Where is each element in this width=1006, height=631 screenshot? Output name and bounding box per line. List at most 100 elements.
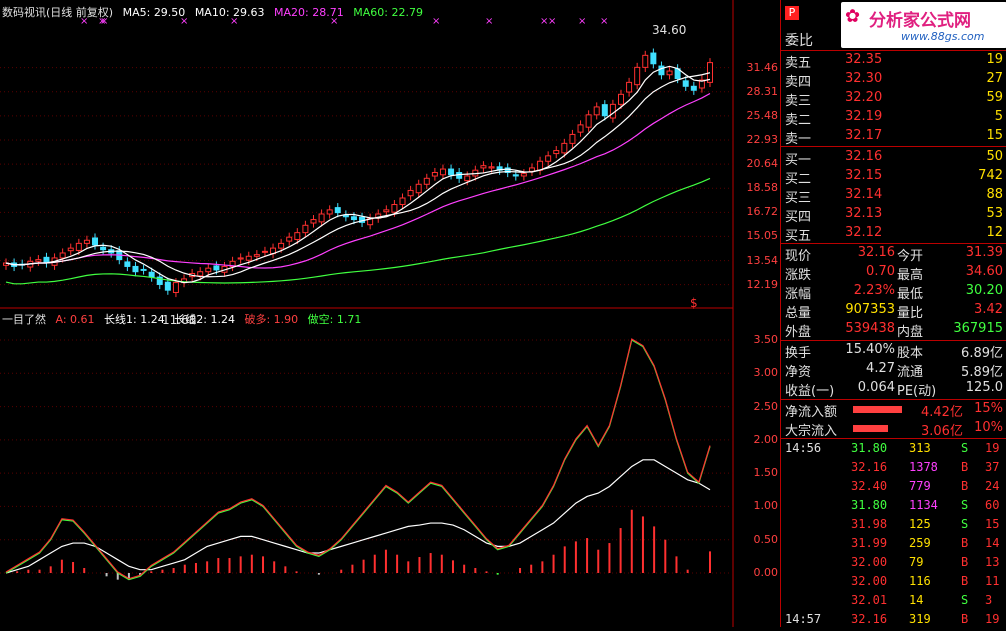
quote-label: 内盘 — [897, 325, 924, 340]
candle-body — [399, 197, 406, 206]
price-tick-label: 22.93 — [746, 133, 779, 147]
stat-label: PE(动) — [897, 384, 937, 399]
candle-body — [439, 168, 446, 176]
candle-body — [132, 265, 139, 273]
stat-row[interactable]: 收益(一) 0.064 PE(动) 125.0 — [781, 380, 1006, 399]
tick-count: 11 — [985, 574, 1000, 588]
stat-label: 净资 — [785, 365, 812, 380]
sell-row[interactable]: 卖五 32.35 19 — [781, 52, 1006, 71]
candle-body — [100, 246, 107, 251]
ma10-legend: MA10: 29.63 — [194, 6, 265, 19]
tick-count: 14 — [985, 536, 1000, 550]
quote-label: 外盘 — [785, 325, 812, 340]
candle-body — [601, 104, 608, 117]
quote-label: 最低 — [897, 287, 924, 302]
param-long1: 长线1: 1.24 — [104, 313, 165, 326]
buy-row[interactable]: 买二 32.15 742 — [781, 168, 1006, 187]
order-price: 32.19 — [845, 109, 883, 124]
order-label: 卖五 — [785, 56, 812, 71]
order-volume: 12 — [986, 225, 1003, 240]
sell-row[interactable]: 卖三 32.20 59 — [781, 90, 1006, 109]
stat-label: 流通 — [897, 365, 924, 380]
tick-volume: 1134 — [909, 498, 938, 512]
quote-row[interactable]: 现价 32.16 今开 31.39 — [781, 245, 1006, 264]
cross-mark: × — [548, 16, 556, 27]
order-volume: 5 — [994, 109, 1003, 124]
tick-time: 14:57 — [785, 612, 822, 626]
tick-price: 32.00 — [851, 574, 888, 588]
tick-price: 31.99 — [851, 536, 888, 550]
candle-body — [634, 66, 641, 86]
stat-value: 0.064 — [857, 380, 895, 395]
candle-body — [350, 216, 357, 221]
tick-volume: 1378 — [909, 460, 938, 474]
quote-panel: P ✿ 分析家公式网 www.88gs.com 委比 卖五 32.35 19 卖四 32… — [780, 0, 1006, 627]
tick-row: 32.00 116 B 11 — [781, 574, 1006, 593]
quote-value: 907353 — [845, 302, 895, 317]
tick-side: B — [961, 555, 969, 569]
tick-row: 32.16 1378 B 37 — [781, 460, 1006, 479]
chart-area[interactable]: × × × × × × × × × × × × 数码视讯(日线 前复权) MA5: 29.50 MA1… — [0, 0, 780, 627]
quote-label: 涨跌 — [785, 268, 812, 283]
fast-line-overlay — [5, 338, 711, 580]
candle-body — [464, 175, 471, 182]
tick-row: 32.40 779 B 24 — [781, 479, 1006, 498]
quote-row[interactable]: 涨跌 0.70 最高 34.60 — [781, 264, 1006, 283]
param-short: 做空: 1.71 — [307, 313, 362, 326]
sell-row[interactable]: 卖二 32.19 5 — [781, 109, 1006, 128]
sub-chart-title: 一目了然 — [2, 313, 46, 326]
candle-body — [197, 271, 204, 277]
order-label: 买二 — [785, 172, 812, 187]
candle-body — [172, 282, 179, 293]
stat-row[interactable]: 换手 15.40% 股本 6.89亿 — [781, 342, 1006, 361]
indicator-tick-label: 2.00 — [753, 432, 779, 446]
candle-body — [253, 254, 260, 257]
ma60-line — [5, 177, 711, 285]
quote-label: 量比 — [897, 306, 924, 321]
buy-row[interactable]: 买一 32.16 50 — [781, 149, 1006, 168]
price-tick-label: 28.31 — [746, 84, 779, 98]
quote-row[interactable]: 涨幅 2.23% 最低 30.20 — [781, 283, 1006, 302]
candle-body — [658, 65, 665, 76]
buy-row[interactable]: 买三 32.14 88 — [781, 187, 1006, 206]
quote-row[interactable]: 总量 907353 量比 3.42 — [781, 302, 1006, 321]
indicator-tick-label: 0.50 — [753, 532, 779, 546]
candle-body — [488, 166, 495, 169]
candle-body — [164, 281, 171, 291]
indicator-tick-label: 3.50 — [753, 333, 779, 346]
candle-body — [585, 114, 592, 128]
candle-body — [261, 250, 268, 253]
candle-body — [148, 271, 155, 278]
commission-ratio-label: 委比 — [785, 33, 813, 49]
stat-label: 换手 — [785, 346, 812, 361]
order-label: 卖三 — [785, 94, 812, 109]
tick-price: 32.00 — [851, 555, 888, 569]
order-price: 32.15 — [845, 168, 883, 183]
quote-row[interactable]: 外盘 539438 内盘 367915 — [781, 321, 1006, 340]
tick-count: 19 — [985, 441, 1000, 455]
candle-body — [626, 81, 633, 93]
tick-side: B — [961, 479, 969, 493]
candle-body — [310, 219, 317, 224]
sell-row[interactable]: 卖一 32.17 15 — [781, 128, 1006, 147]
order-label: 买四 — [785, 210, 812, 225]
candle-body — [92, 237, 99, 246]
buy-row[interactable]: 买五 32.12 12 — [781, 225, 1006, 244]
order-label: 卖二 — [785, 113, 812, 128]
order-volume: 19 — [986, 52, 1003, 67]
order-price: 32.14 — [845, 187, 883, 202]
flow-value: 4.42亿 — [921, 405, 963, 420]
candle-body — [569, 133, 576, 144]
price-tick-label: 15.05 — [746, 229, 779, 243]
sell-row[interactable]: 卖四 32.30 27 — [781, 71, 1006, 90]
candle-body — [213, 265, 220, 271]
buy-row[interactable]: 买四 32.13 53 — [781, 206, 1006, 225]
stat-row[interactable]: 净资 4.27 流通 5.89亿 — [781, 361, 1006, 380]
panel-badge[interactable]: P — [785, 6, 799, 20]
tick-side: B — [961, 612, 969, 626]
stat-label: 股本 — [897, 346, 924, 361]
price-tick-label: 18.58 — [746, 181, 779, 195]
candle-body — [577, 124, 584, 133]
order-volume: 53 — [986, 206, 1003, 221]
order-volume: 15 — [986, 128, 1003, 143]
